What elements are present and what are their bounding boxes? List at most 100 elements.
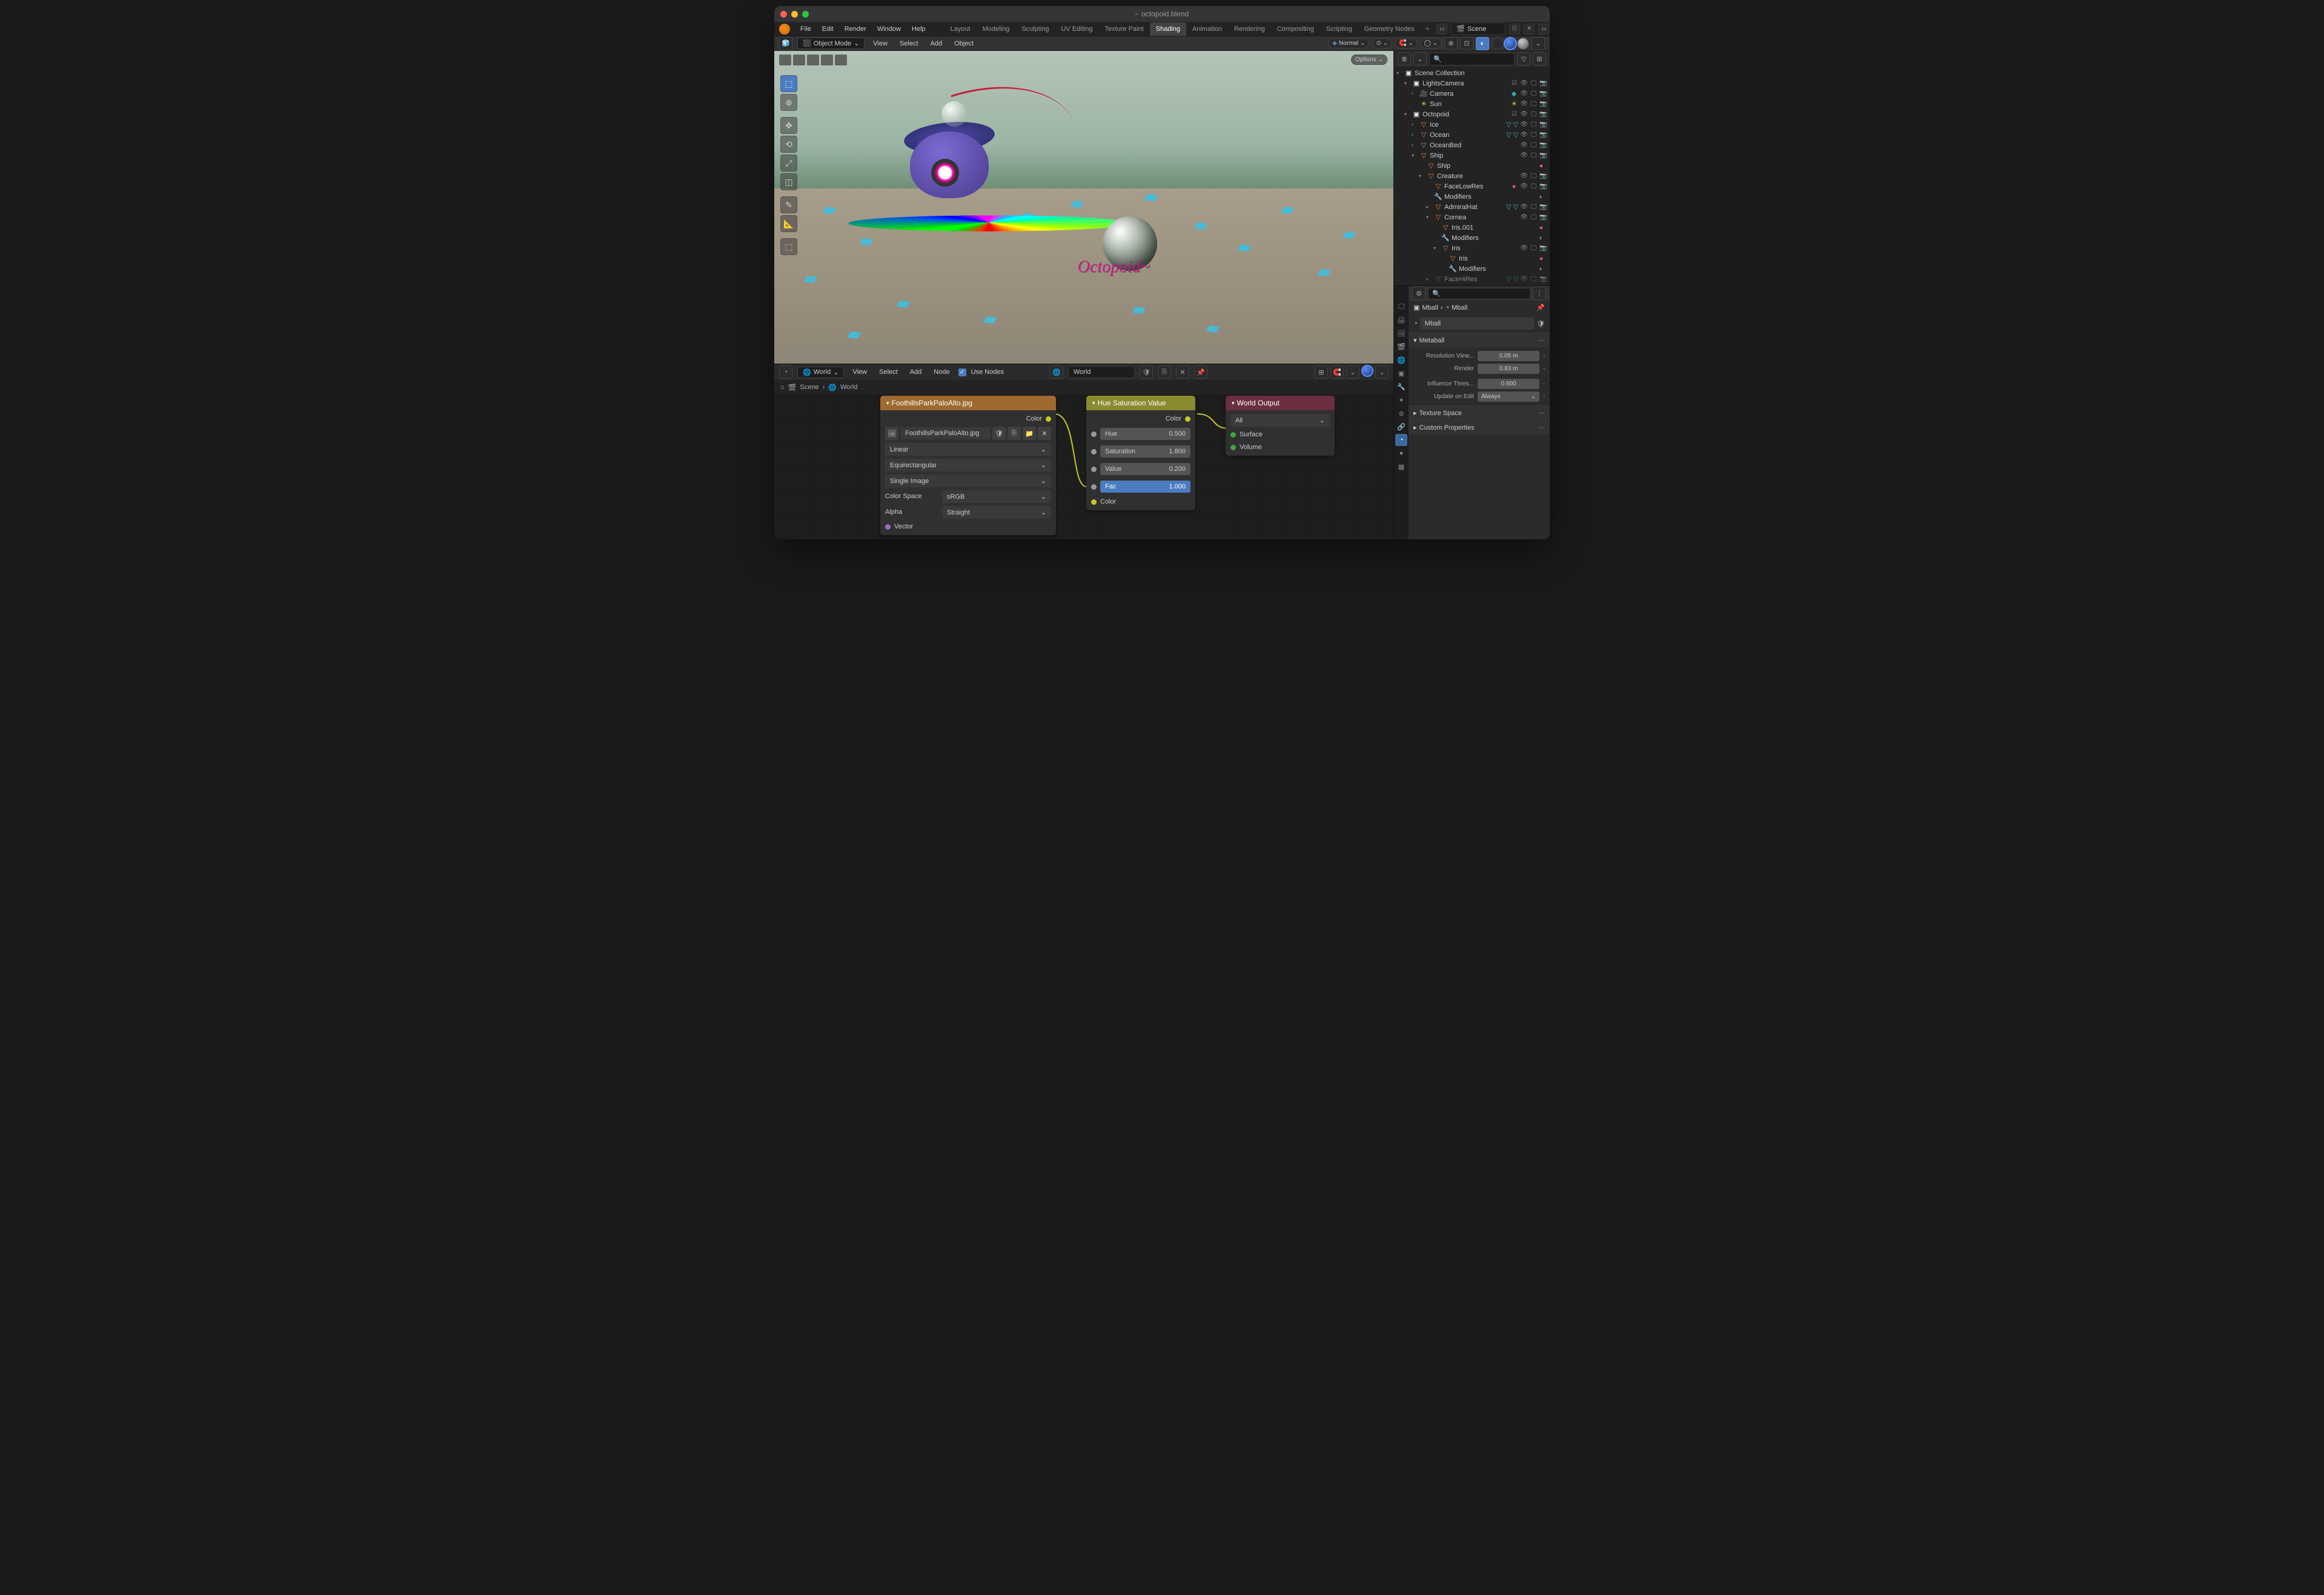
tool-measure[interactable]: 📐 [780,215,797,232]
overlay-toggle[interactable]: ⊡ [1460,37,1473,50]
socket-vector-in[interactable] [885,524,891,530]
tree-row[interactable]: ▽Iris.001● [1394,222,1550,233]
image-new[interactable]: ⎘ [1008,427,1021,440]
orientation-select[interactable]: ◈Normal⌄ [1328,38,1369,48]
tree-row[interactable]: ▾▣Octopoid☑👁🖵📷 [1394,109,1550,119]
render-res-field[interactable]: 0.83 m [1478,364,1539,374]
tree-row[interactable]: ▾▽Ship👁🖵📷 [1394,150,1550,161]
texture-space-panel[interactable]: ▸Texture Space⋯ [1409,406,1550,420]
pivot-select[interactable]: ⊙ ⌄ [1372,38,1392,48]
props-options[interactable]: ⋮ [1533,287,1546,300]
pin-icon[interactable]: 📌 [1536,304,1545,311]
ptab-physics[interactable]: ⊚ [1395,407,1407,419]
tree-row[interactable]: 🔧Modifiers◐ [1394,191,1550,202]
tree-row[interactable]: ▾▽Cornea👁🖵📷 [1394,212,1550,222]
node-env-texture[interactable]: ▾FoothillsParkPaloAlto.jpg Color 🖼 Footh… [880,396,1056,535]
blender-logo[interactable] [779,24,790,35]
ws-render[interactable]: Rendering [1228,22,1271,36]
ptab-texture[interactable]: ▦ [1395,461,1407,473]
image-type[interactable]: Single Image⌄ [885,475,1051,487]
ws-comp[interactable]: Compositing [1271,22,1320,36]
node-hsv[interactable]: ▾Hue Saturation Value Color Hue0.500 Sat… [1086,396,1195,510]
metaball-panel-header[interactable]: ▾Metaball⋯ [1409,333,1550,347]
select-mode-5[interactable] [835,55,847,65]
bc-world[interactable]: World [840,384,858,391]
socket-surface[interactable] [1230,432,1236,438]
shading-material[interactable] [1504,38,1516,50]
ws-shading[interactable]: Shading [1150,22,1186,36]
options-dropdown[interactable]: Options ⌄ [1351,55,1387,65]
maximize-button[interactable] [802,11,809,18]
select-mode-1[interactable] [779,55,791,65]
world-pin[interactable]: 📌 [1194,365,1207,379]
tree-row[interactable]: •🎥Camera◆👁🖵📷 [1394,88,1550,99]
ws-uv[interactable]: UV Editing [1055,22,1098,36]
ws-add[interactable]: + [1421,24,1434,35]
ptab-data[interactable]: ◔ [1395,434,1407,446]
outliner-search[interactable]: 🔍 [1429,53,1515,65]
ne-select[interactable]: Select [875,367,901,378]
ptab-render[interactable]: 🖵 [1395,301,1407,313]
socket-volume[interactable] [1230,445,1236,450]
viewlayer-browse-icon[interactable]: ⚏ [1538,24,1549,35]
socket-hue[interactable] [1091,431,1097,437]
tool-annotate[interactable]: ✎ [780,196,797,213]
snap-toggle[interactable]: 🧲 ⌄ [1395,38,1418,48]
tree-row[interactable]: ▾▽Creature👁🖵📷 [1394,171,1550,181]
ne-add[interactable]: Add [906,367,926,378]
socket-color-out[interactable] [1046,416,1051,422]
menu-file[interactable]: File [796,24,815,35]
socket-color-in[interactable] [1091,499,1097,505]
image-field[interactable]: FoothillsParkPaloAlto.jpg [900,427,991,439]
tool-transform[interactable]: ◫ [780,173,797,190]
editor-type[interactable]: 🧊 [779,37,792,50]
influence-field[interactable]: 0.600 [1478,379,1539,389]
scene-browse-icon[interactable]: ⚏ [1436,24,1447,35]
outliner-type[interactable]: ≣ [1398,52,1411,65]
vp-object[interactable]: Object [951,38,977,49]
shading-options[interactable]: ⌄ [1532,37,1545,50]
socket-sat[interactable] [1091,449,1097,455]
ws-script[interactable]: Scripting [1320,22,1358,36]
props-type[interactable]: ⚙ [1412,287,1426,300]
ne-overlay[interactable]: ⊞ [1315,365,1328,379]
shield-icon[interactable]: 🛡 [1536,320,1545,328]
menu-edit[interactable]: Edit [818,24,838,35]
select-mode-3[interactable] [807,55,819,65]
image-fake-user[interactable]: 🛡 [992,427,1006,440]
ws-anim[interactable]: Animation [1186,22,1228,36]
props-search[interactable]: 🔍 [1428,288,1530,299]
hue-field[interactable]: Hue0.500 [1100,428,1190,440]
tree-root[interactable]: ▾▣ Scene Collection [1394,68,1550,78]
resolution-field[interactable]: 0.05 m [1478,351,1539,361]
tree-row[interactable]: •▽Ocean▽ ▽👁🖵📷 [1394,130,1550,140]
tree-row[interactable]: ▾▽Iris👁🖵📷 [1394,243,1550,253]
select-mode-4[interactable] [821,55,833,65]
socket-val[interactable] [1091,467,1097,472]
ptab-material[interactable]: ● [1395,447,1407,459]
tool-scale[interactable]: ⤢ [780,155,797,171]
tree-row[interactable]: •▽Ice▽ ▽👁🖵📷 [1394,119,1550,130]
ws-geo[interactable]: Geometry Nodes [1358,22,1421,36]
colorspace-select[interactable]: sRGB⌄ [942,490,1051,503]
mode-select[interactable]: ⬛ Object Mode ⌄ [797,38,865,49]
tree-row[interactable]: ▸▽AdmiralHat▽ ▽👁🖵📷 [1394,202,1550,212]
home-icon[interactable]: ⌂ [780,384,785,391]
menu-help[interactable]: Help [908,24,930,35]
update-select[interactable]: Always⌄ [1478,391,1539,402]
node-editor-type[interactable]: ◔ [779,365,792,379]
tree-row[interactable]: ▸▽FaceHiRes▽ ▽👁🖵📷 [1394,274,1550,284]
vp-add[interactable]: Add [927,38,946,49]
ne-node[interactable]: Node [930,367,953,378]
data-name-field[interactable]: Mball [1420,318,1534,330]
ptab-viewlayer[interactable]: 🖼 [1395,327,1407,339]
xray-toggle[interactable]: ◐ [1476,37,1489,50]
gizmo-visibility[interactable]: ⊕ [1444,37,1458,50]
ne-preview-opts[interactable]: ⌄ [1375,365,1389,379]
world-browse[interactable]: 🌐 [1050,365,1063,379]
ne-snap-opts[interactable]: ⌄ [1346,365,1360,379]
ptab-scene[interactable]: 🎬 [1395,341,1407,353]
scene-del-icon[interactable]: ✕ [1524,24,1535,35]
scene-new-icon[interactable]: ⎘ [1509,24,1520,35]
tool-add-cube[interactable]: ⬚ [780,238,797,255]
